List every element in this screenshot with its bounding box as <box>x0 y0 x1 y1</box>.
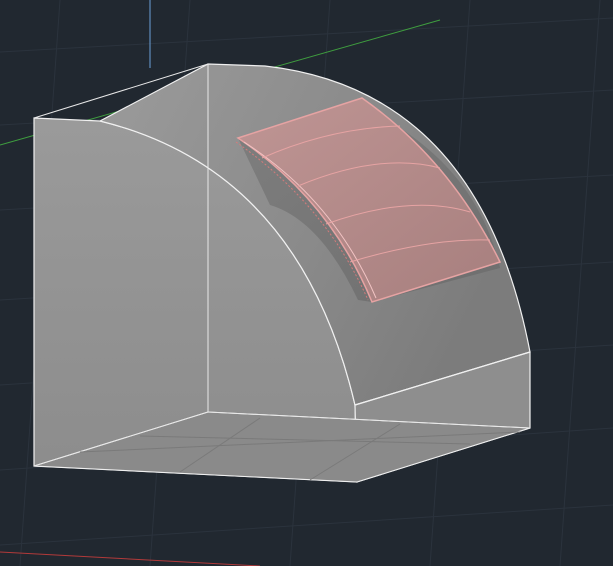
x-axis-line <box>0 551 261 566</box>
viewport-scene[interactable] <box>0 0 613 566</box>
model-viewport[interactable] <box>0 0 613 566</box>
